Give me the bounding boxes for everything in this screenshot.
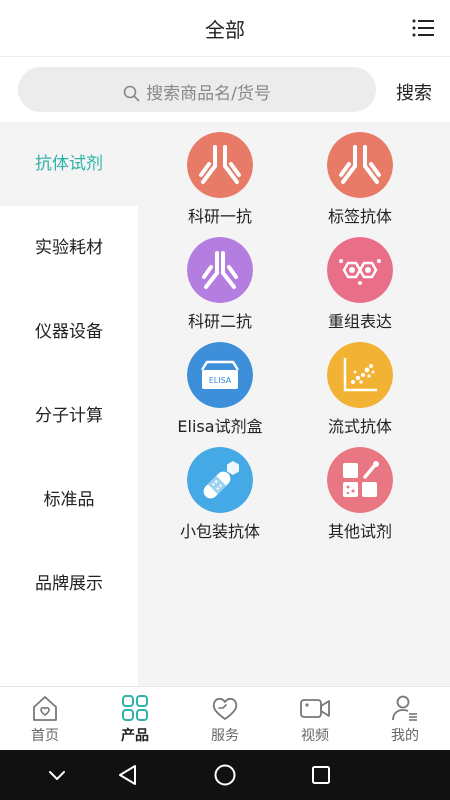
flow-plot-icon (327, 342, 393, 408)
product-label: 标签抗体 (327, 207, 392, 226)
header: 全部 (0, 0, 450, 56)
antibody-icon (187, 132, 253, 198)
tab-products[interactable]: 产品 (90, 687, 180, 751)
product-elisa-kit[interactable]: ELISA Elisa试剂盒 (155, 342, 285, 442)
small-package-icon (187, 447, 253, 513)
product-primary-antibody[interactable]: 科研一抗 (155, 132, 285, 232)
heart-icon (212, 697, 238, 720)
sidebar-item-instruments[interactable]: 仪器设备 (0, 290, 138, 374)
search-input[interactable]: 搜索商品名/货号 (18, 67, 376, 112)
sidebar-item-standards[interactable]: 标准品 (0, 458, 138, 542)
search-bar: 搜索商品名/货号 搜索 (0, 56, 450, 122)
category-sidebar: 抗体试剂 实验耗材 仪器设备 分子计算 标准品 品牌展示 (0, 122, 138, 686)
video-camera-icon (300, 699, 330, 718)
tab-videos[interactable]: 视频 (270, 687, 360, 751)
chevron-down-icon[interactable] (44, 762, 70, 788)
elisa-badge: ELISA (209, 376, 232, 385)
system-nav-bar (0, 750, 450, 800)
tab-services[interactable]: 服务 (180, 687, 270, 751)
tab-home[interactable]: 首页 (0, 687, 90, 751)
product-label: 科研一抗 (187, 207, 252, 226)
product-grid: 科研一抗 标签抗体 科研二抗 重组表达 ELISA Elisa试剂盒 流式抗体 … (138, 122, 450, 686)
antibody-icon (327, 132, 393, 198)
tab-label: 服务 (211, 728, 239, 744)
sidebar-item-brands[interactable]: 品牌展示 (0, 542, 138, 626)
user-icon (392, 695, 417, 721)
product-label: 其他试剂 (327, 522, 392, 541)
tab-mine[interactable]: 我的 (360, 687, 450, 751)
elisa-box-icon: ELISA (187, 342, 253, 408)
search-placeholder-wrap: 搜索商品名/货号 (18, 79, 376, 104)
home-icon (33, 696, 57, 721)
product-label: 科研二抗 (187, 312, 252, 331)
page-title: 全部 (205, 18, 245, 42)
back-icon[interactable] (115, 762, 141, 788)
tab-label: 产品 (121, 728, 149, 744)
search-icon (123, 85, 140, 102)
product-label: Elisa试剂盒 (177, 417, 263, 436)
reagent-blocks-icon (327, 447, 393, 513)
tab-label: 视频 (301, 728, 329, 744)
tab-label: 我的 (391, 728, 419, 744)
product-recombinant-expression[interactable]: 重组表达 (295, 237, 425, 337)
recents-square-icon[interactable] (308, 762, 334, 788)
product-label: 小包装抗体 (179, 522, 260, 541)
list-menu-icon[interactable] (412, 18, 434, 38)
sidebar-item-lab-consumables[interactable]: 实验耗材 (0, 206, 138, 290)
product-flow-antibody[interactable]: 流式抗体 (295, 342, 425, 442)
grid-icon (122, 695, 148, 721)
product-secondary-antibody[interactable]: 科研二抗 (155, 237, 285, 337)
bottom-tab-bar: 首页 产品 服务 视频 我的 (0, 686, 450, 750)
search-button[interactable]: 搜索 (396, 79, 432, 105)
sidebar-item-antibody-reagents[interactable]: 抗体试剂 (0, 122, 138, 206)
molecule-icon (327, 237, 393, 303)
sidebar-item-molecular-calc[interactable]: 分子计算 (0, 374, 138, 458)
product-label: 流式抗体 (327, 417, 392, 436)
product-tagged-antibody[interactable]: 标签抗体 (295, 132, 425, 232)
product-other-reagents[interactable]: 其他试剂 (295, 447, 425, 547)
product-label: 重组表达 (327, 312, 392, 331)
search-placeholder: 搜索商品名/货号 (146, 84, 271, 104)
antibody-icon (187, 237, 253, 303)
home-circle-icon[interactable] (212, 762, 238, 788)
tab-label: 首页 (31, 728, 59, 744)
product-small-package-antibody[interactable]: 小包装抗体 (155, 447, 285, 547)
